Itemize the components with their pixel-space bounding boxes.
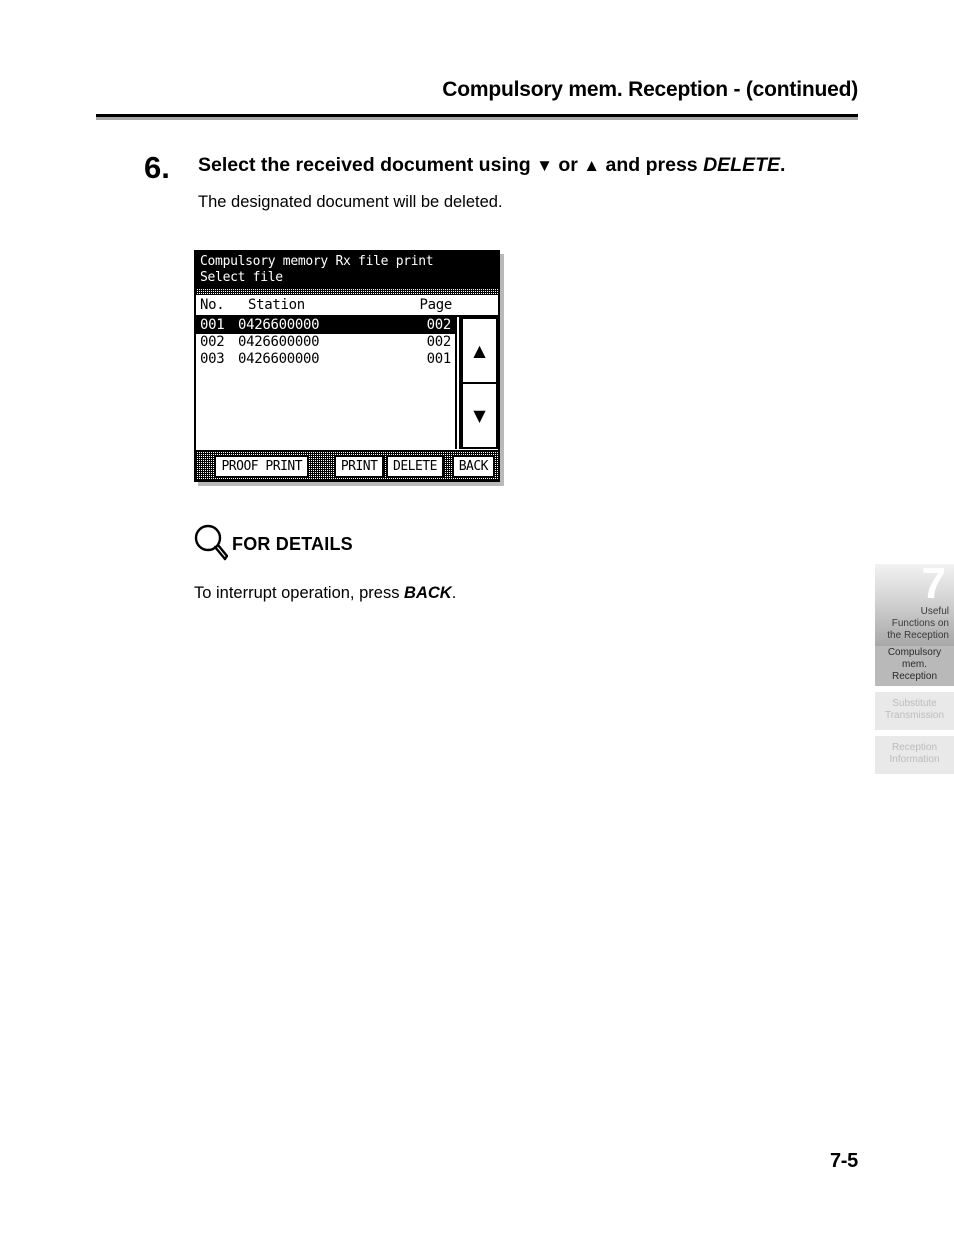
header-rule <box>96 114 858 120</box>
side-tab-navigation: 7 Useful Functions on the Reception Comp… <box>875 559 954 780</box>
step-subtext: The designated document will be deleted. <box>198 193 503 211</box>
lcd-title-line1: Compulsory memory Rx file print <box>200 254 434 269</box>
side-tab-label-line2: Transmission <box>884 710 945 721</box>
lcd-titlebar: Compulsory memory Rx file print Select f… <box>196 252 498 288</box>
page-number: 7-5 <box>829 1150 858 1172</box>
scroll-down-button[interactable]: ▼ <box>461 383 498 449</box>
chapter-title: Useful Functions on the Reception <box>877 606 949 642</box>
step-period: . <box>780 154 786 176</box>
side-tab-substitute-transmission[interactable]: Substitute Transmission <box>875 692 954 730</box>
lcd-title-line2: Select file <box>200 270 283 285</box>
for-details-label: FOR DETAILS <box>232 534 353 554</box>
table-row[interactable]: 003 0426600000 001 <box>196 351 455 368</box>
row-station: 0426600000 <box>238 334 320 350</box>
table-row[interactable]: 001 0426600000 002 <box>196 317 455 334</box>
for-details-section: FOR DETAILS To interrupt operation, pres… <box>194 524 694 604</box>
row-no: 003 <box>200 351 225 367</box>
side-tab-chapter-7[interactable]: 7 Useful Functions on the Reception <box>875 559 954 646</box>
side-tab-label-line2: Information <box>889 754 940 765</box>
column-header-page: Page <box>419 297 452 313</box>
scroll-up-button[interactable]: ▲ <box>461 317 498 383</box>
lcd-button-bar: PROOF PRINT PRINT DELETE BACK <box>196 450 498 480</box>
for-details-body-suffix: . <box>451 584 457 602</box>
step-text-part1: Select the received document using <box>198 154 537 176</box>
row-no: 001 <box>200 317 225 333</box>
lcd-file-list[interactable]: 001 0426600000 002 002 0426600000 002 00… <box>196 317 457 449</box>
row-page: 001 <box>426 351 452 367</box>
chapter-title-line2: Functions on <box>891 618 949 629</box>
column-header-no: No. <box>200 297 225 313</box>
step-emphasis-delete: DELETE <box>703 154 781 176</box>
delete-button[interactable]: DELETE <box>386 454 444 478</box>
row-no: 002 <box>200 334 225 350</box>
step-number: 6. <box>144 150 170 185</box>
side-tab-label-line1: Substitute <box>892 698 937 709</box>
step-instruction: Select the received document using ▼ or … <box>198 152 858 179</box>
step-text-part2: and press <box>600 154 704 176</box>
side-tab-label-line1: Reception <box>891 742 938 753</box>
lcd-panel: Compulsory memory Rx file print Select f… <box>194 250 500 482</box>
print-button[interactable]: PRINT <box>333 454 385 478</box>
back-button[interactable]: BACK <box>451 454 496 478</box>
up-arrow-icon: ▲ <box>583 156 601 175</box>
column-header-station: Station <box>248 297 305 313</box>
row-station: 0426600000 <box>238 317 320 333</box>
side-tab-label-line1: Compulsory <box>887 647 942 658</box>
lcd-column-header: No. Station Page <box>196 295 498 317</box>
lcd-title-separator <box>196 288 498 295</box>
step-block: 6. Select the received document using ▼ … <box>144 152 858 213</box>
page-header: Compulsory mem. Reception - (continued) <box>96 78 858 122</box>
triangle-up-icon: ▲ <box>473 340 486 360</box>
row-page: 002 <box>426 317 452 333</box>
row-page: 002 <box>426 334 452 350</box>
down-arrow-icon: ▼ <box>536 156 553 175</box>
running-header-title: Compulsory mem. Reception - (continued) <box>442 78 858 101</box>
chapter-title-line1: Useful <box>920 606 949 617</box>
lcd-scrollbar[interactable]: ▲ ▼ <box>459 317 498 449</box>
step-text-or: or <box>552 154 584 176</box>
row-station: 0426600000 <box>238 351 320 367</box>
table-row[interactable]: 002 0426600000 002 <box>196 334 455 351</box>
for-details-body: To interrupt operation, press BACK. <box>194 582 694 604</box>
chapter-title-line3: the Reception <box>887 630 949 641</box>
chapter-number: 7 <box>921 559 946 608</box>
lcd-list-area: 001 0426600000 002 002 0426600000 002 00… <box>196 317 498 449</box>
side-tab-reception-information[interactable]: Reception Information <box>875 736 954 774</box>
side-tab-label-line2: mem. Reception <box>891 659 938 682</box>
for-details-body-prefix: To interrupt operation, press <box>194 584 405 602</box>
magnifier-icon <box>194 524 229 567</box>
triangle-down-icon: ▼ <box>473 405 486 425</box>
side-tab-compulsory-mem-reception[interactable]: Compulsory mem. Reception <box>875 646 954 686</box>
for-details-heading: FOR DETAILS <box>194 524 694 564</box>
for-details-body-emphasis: BACK <box>404 584 452 602</box>
proof-print-button[interactable]: PROOF PRINT <box>214 454 310 478</box>
